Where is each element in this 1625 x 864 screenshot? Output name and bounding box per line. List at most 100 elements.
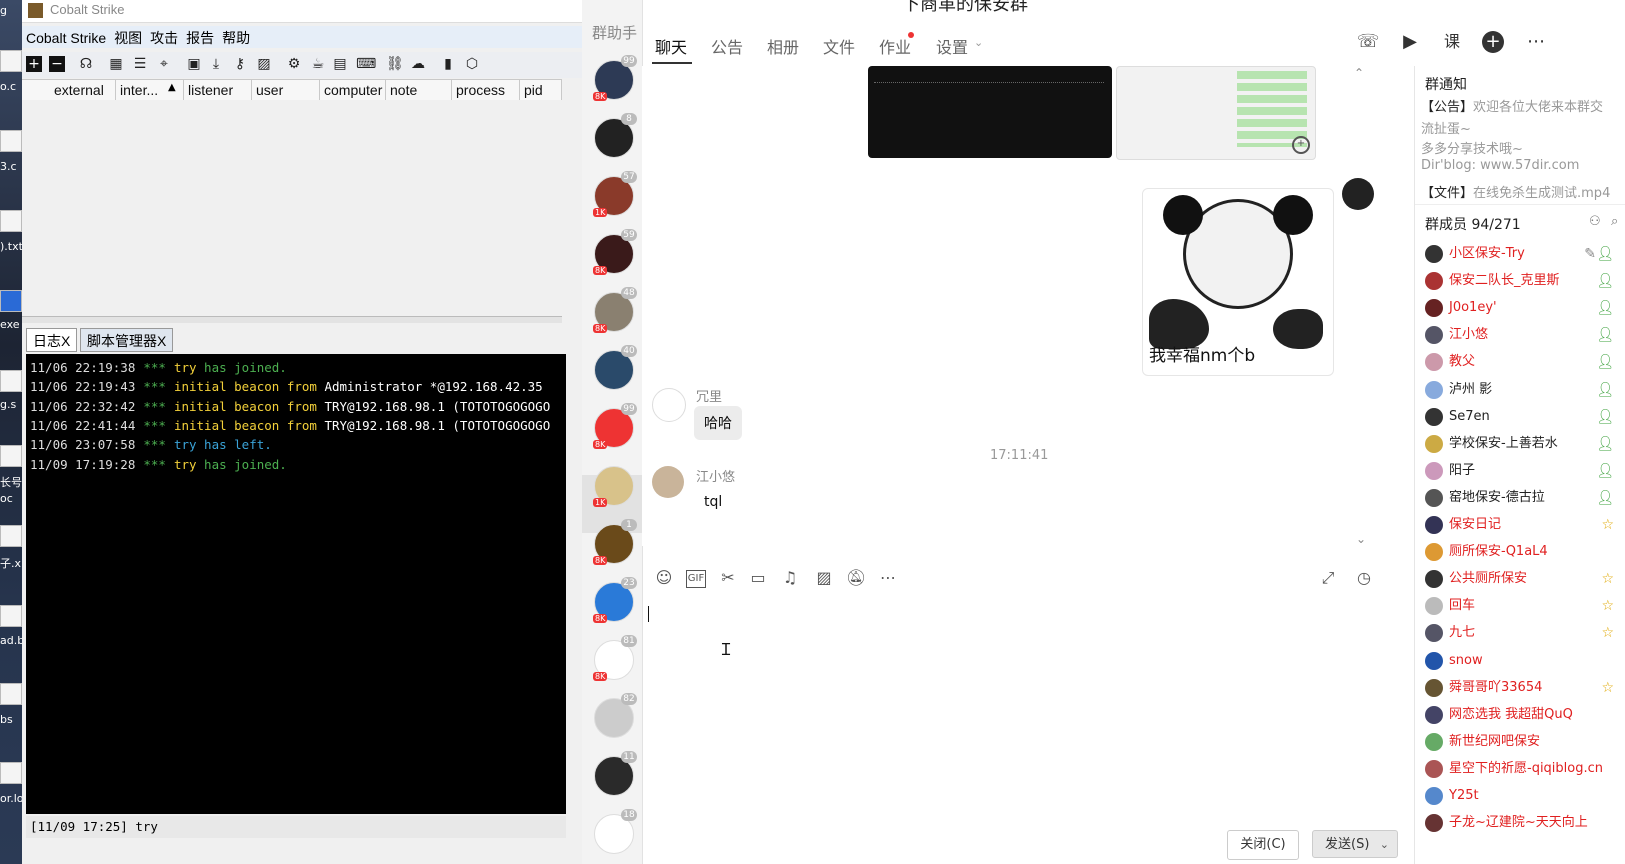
group-avatar[interactable]: 82 bbox=[594, 693, 637, 738]
col-process[interactable]: process bbox=[452, 80, 520, 100]
tab-event-log[interactable]: 日志X bbox=[26, 328, 78, 352]
group-avatar[interactable]: 23 8K bbox=[593, 577, 637, 623]
collapse-icon[interactable]: ⌃ bbox=[1354, 66, 1364, 80]
notice-title[interactable]: 群通知 bbox=[1425, 74, 1467, 94]
desktop-file-icon[interactable] bbox=[0, 762, 22, 784]
classroom-icon[interactable]: 课 bbox=[1440, 30, 1464, 54]
image-icon[interactable]: ▨ bbox=[814, 568, 834, 588]
group-avatar[interactable]: 59 8K bbox=[593, 229, 637, 275]
gif-icon[interactable]: GIF bbox=[686, 570, 706, 588]
member-row[interactable]: 阳子 👤︎ bbox=[1425, 461, 1620, 481]
member-row[interactable]: 窑地保安-德古拉 👤︎ bbox=[1425, 488, 1620, 508]
member-row[interactable]: 江小悠 👤︎ bbox=[1425, 325, 1620, 345]
member-row[interactable]: 学校保安-上善若水 👤︎ bbox=[1425, 434, 1620, 454]
desktop-exe-icon[interactable] bbox=[0, 290, 22, 312]
group-avatar[interactable]: 11 bbox=[594, 751, 637, 796]
members-manage-icon[interactable]: ⚇ bbox=[1589, 214, 1601, 229]
close-button[interactable]: 关闭(C) bbox=[1227, 830, 1299, 860]
desktop-file-icon[interactable] bbox=[0, 370, 22, 392]
member-row[interactable]: 子龙~辽建院~天天向上 bbox=[1425, 813, 1620, 833]
download-icon[interactable]: ⤓ bbox=[208, 56, 224, 72]
group-avatar[interactable]: 48 8K bbox=[593, 287, 637, 333]
screenshot-image-icon[interactable]: ▨ bbox=[256, 56, 272, 72]
member-row[interactable]: snow bbox=[1425, 651, 1620, 671]
member-row[interactable]: 回车 ☆ bbox=[1425, 596, 1620, 616]
key-icon[interactable]: ⚷ bbox=[232, 56, 248, 72]
group-avatar[interactable]: 8 bbox=[594, 113, 637, 158]
split-pane-divider[interactable] bbox=[22, 316, 562, 323]
tab-homework[interactable]: 作业 bbox=[879, 34, 911, 58]
emoji-icon[interactable]: ☺ bbox=[654, 568, 674, 588]
group-avatar[interactable]: 81 8K bbox=[593, 635, 637, 681]
member-row[interactable]: 保安二队长_克里斯 👤︎ bbox=[1425, 271, 1620, 291]
expand-window-icon[interactable]: ⤢ bbox=[1318, 568, 1338, 588]
send-options-chevron-icon[interactable]: ⌄ bbox=[1380, 831, 1389, 859]
member-row[interactable]: 小区保安-Try 👤︎ ✎ bbox=[1425, 244, 1620, 264]
member-row[interactable]: 新世纪网吧保安 bbox=[1425, 732, 1620, 752]
menu-attacks[interactable]: 攻击 bbox=[146, 26, 182, 48]
group-avatar[interactable]: 99 8K bbox=[593, 55, 637, 101]
notice-file[interactable]: 【文件】在线免杀生成测试.mp4 bbox=[1421, 182, 1610, 201]
col-computer[interactable]: computer bbox=[320, 80, 386, 100]
member-row[interactable]: Y25t bbox=[1425, 786, 1620, 806]
col-pid[interactable]: pid bbox=[520, 80, 562, 100]
disconnect-icon[interactable]: − bbox=[49, 56, 65, 72]
desktop-file-icon[interactable] bbox=[0, 445, 22, 467]
bell-muted-icon[interactable]: 🔕︎ bbox=[846, 568, 866, 588]
message-bubble[interactable]: 哈哈 bbox=[694, 406, 742, 440]
menu-reporting[interactable]: 报告 bbox=[182, 26, 218, 48]
menu-help[interactable]: 帮助 bbox=[218, 26, 254, 48]
console-icon[interactable]: ⌨ bbox=[356, 56, 376, 72]
group-avatar[interactable]: 1K bbox=[593, 466, 634, 507]
coffee-cup-icon[interactable]: ☕ bbox=[310, 56, 326, 72]
edit-pencil-icon[interactable]: ✎ bbox=[1584, 245, 1596, 263]
member-row[interactable]: J0o1ey' 👤︎ bbox=[1425, 298, 1620, 318]
col-user[interactable]: user bbox=[252, 80, 320, 100]
add-plus-icon[interactable]: + bbox=[1482, 31, 1504, 53]
col-listener[interactable]: listener bbox=[184, 80, 252, 100]
member-row[interactable]: 公共厕所保安 ☆ bbox=[1425, 569, 1620, 589]
sender-nickname[interactable]: 江小悠 bbox=[696, 466, 735, 485]
member-row[interactable]: 保安日记 ☆ bbox=[1425, 515, 1620, 535]
group-avatar[interactable]: 57 1K bbox=[593, 171, 637, 217]
sender-nickname[interactable]: 冗里 bbox=[696, 386, 722, 405]
zoom-in-icon[interactable]: + bbox=[1292, 136, 1310, 154]
session-table-icon[interactable]: ☰ bbox=[132, 56, 148, 72]
member-row[interactable]: 星空下的祈愿-qiqiblog.cn bbox=[1425, 759, 1620, 779]
members-search-icon[interactable]: ⌕ bbox=[1611, 214, 1618, 229]
menu-cobalt-strike[interactable]: Cobalt Strike bbox=[22, 28, 110, 46]
phone-call-icon[interactable]: ☏ bbox=[1356, 30, 1380, 54]
message-text[interactable]: tql bbox=[704, 494, 722, 510]
col-external[interactable]: external bbox=[50, 80, 116, 100]
member-row[interactable]: 泸州 影 👤︎ bbox=[1425, 380, 1620, 400]
member-row[interactable]: 厕所保安-Q1aL4 bbox=[1425, 542, 1620, 562]
col-note[interactable]: note bbox=[386, 80, 452, 100]
member-row[interactable]: 网恋选我 我超甜QuQ bbox=[1425, 705, 1620, 725]
scissors-screenshot-icon[interactable]: ✂ bbox=[718, 568, 738, 588]
chat-screenshot-image[interactable] bbox=[1116, 66, 1316, 160]
listeners-headphones-icon[interactable]: ☊ bbox=[78, 56, 94, 72]
tab-chat[interactable]: 聊天 bbox=[655, 34, 687, 58]
group-avatar[interactable]: 99 8K bbox=[593, 403, 637, 449]
tab-album[interactable]: 相册 bbox=[767, 34, 799, 58]
chat-message-area[interactable]: + ⌃ 我幸福nm个b 冗里 哈哈 17:11:41 江小悠 tql ⌄ bbox=[642, 66, 1404, 546]
music-icon[interactable]: ♫ bbox=[780, 568, 800, 588]
package-cube-icon[interactable]: ⬡ bbox=[464, 56, 480, 72]
tab-settings[interactable]: 设置 bbox=[936, 34, 968, 58]
group-avatar[interactable]: 18 bbox=[594, 809, 637, 854]
expand-icon[interactable]: ⌄ bbox=[1356, 532, 1366, 546]
desktop-file-icon[interactable] bbox=[0, 683, 22, 705]
tab-files[interactable]: 文件 bbox=[823, 34, 855, 58]
cloud-icon[interactable]: ☁ bbox=[410, 56, 426, 72]
history-clock-icon[interactable]: ◷ bbox=[1354, 568, 1374, 588]
message-input-box[interactable]: Ｉ bbox=[642, 596, 1404, 826]
book-icon[interactable]: ▮ bbox=[440, 56, 456, 72]
more-options-icon[interactable]: ⋯ bbox=[1524, 30, 1548, 54]
document-icon[interactable]: ▤ bbox=[332, 56, 348, 72]
tab-script-manager[interactable]: 脚本管理器X bbox=[80, 328, 174, 352]
sender-avatar[interactable] bbox=[652, 388, 686, 422]
member-row[interactable]: 九七 ☆ bbox=[1425, 623, 1620, 643]
terminal-screenshot-image[interactable] bbox=[868, 66, 1112, 158]
group-avatar[interactable]: 1 8K bbox=[593, 519, 637, 565]
desktop-file-icon[interactable] bbox=[0, 210, 22, 232]
